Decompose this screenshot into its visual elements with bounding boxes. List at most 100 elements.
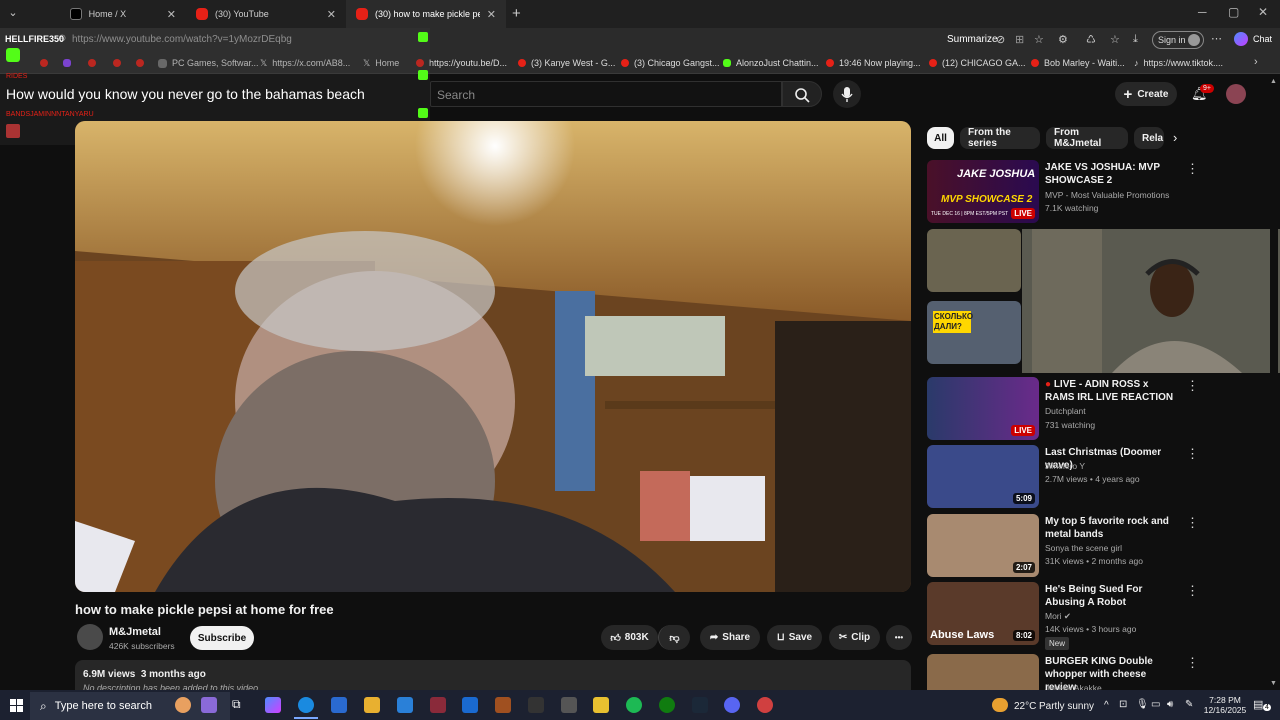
volume-icon[interactable]: 🔊︎ [1167,699,1173,710]
microphone-icon[interactable]: 🎙︎ [1136,699,1149,710]
search-button[interactable] [782,81,822,107]
rec-title-5[interactable]: He's Being Sued For Abusing A Robot [1045,583,1180,609]
split-screen-icon[interactable]: ⊞ [1015,33,1024,46]
bookmark-bob-marley[interactable]: Bob Marley - Waiti... [1031,52,1125,74]
chat-button[interactable]: Chat [1253,34,1272,44]
share-button[interactable]: ➦ Share [700,625,760,650]
edge-browser-icon[interactable] [298,697,314,713]
bookmark-chicago[interactable]: (3) Chicago Gangst... [621,52,720,74]
rec-more-icon[interactable]: ⋮ [1186,378,1199,394]
tray-app-icon[interactable]: ⊡ [1119,699,1127,710]
rec-thumbnail-5[interactable]: Abuse Laws 8:02 [927,582,1039,645]
page-scrollbar[interactable] [1270,74,1278,690]
extensions-icon[interactable]: ⚙ [1058,33,1068,46]
bookmarks-overflow-chevron-icon[interactable]: › [1254,56,1258,68]
app-icon[interactable] [528,697,544,713]
app-icon[interactable] [593,697,609,713]
bookmark-kanye[interactable]: (3) Kanye West - G... [518,52,615,74]
rec-thumbnail-3[interactable]: 5:09 [927,445,1039,508]
rec-more-icon[interactable]: ⋮ [1186,515,1199,531]
create-button[interactable]: + Create [1115,82,1177,106]
pen-icon[interactable]: ✎ [1185,699,1193,710]
bookmark-now-playing[interactable]: 19:46 Now playing... [826,52,921,74]
taskbar-search-box[interactable]: ⌕ Type here to search [30,692,230,720]
rec-title-2[interactable]: ● LIVE - ADIN ROSS x RAMS IRL LIVE REACT… [1045,378,1180,404]
close-window-icon[interactable]: ✕ [1258,5,1268,19]
minimize-icon[interactable]: ─ [1198,5,1207,19]
rec-title-1[interactable]: JAKE VS JOSHUA: MVP SHOWCASE 2 [1045,161,1180,187]
app-icon[interactable] [757,697,773,713]
collections-icon[interactable]: ☆ [1110,33,1120,46]
channel-avatar[interactable] [77,624,103,650]
rec-thumbnail-2[interactable]: LIVE [927,377,1039,440]
copilot-taskbar-icon[interactable] [265,697,281,713]
app-icon[interactable] [430,697,446,713]
tab-active-video[interactable]: (30) how to make pickle pepsi at h ✕ [346,0,506,28]
rec-thumbnail-1[interactable]: JAKE JOSHUA MVP SHOWCASE 2 TUE DEC 16 | … [927,160,1039,223]
copilot-icon[interactable] [1234,32,1248,46]
more-actions-button[interactable]: ••• [886,625,912,650]
bookmark-chicago-ga[interactable]: (12) CHICAGO GA... [929,52,1026,74]
search-input[interactable]: Search [430,81,782,107]
rec-more-icon[interactable]: ⋮ [1186,583,1199,599]
chip-from-series[interactable]: From the series [960,127,1040,149]
weather-text[interactable]: Partly sunny [1039,701,1094,712]
task-view-icon[interactable]: ⧉ [232,697,248,713]
rec-more-icon[interactable]: ⋮ [1186,161,1199,177]
notification-center-icon[interactable]: ▤ [1253,698,1263,711]
spotify-icon[interactable] [626,697,642,713]
bookmark-alonzo[interactable]: AlonzoJust Chattin... [723,52,819,74]
favorites-icon[interactable]: ♺ [1086,33,1096,46]
store-icon[interactable] [331,697,347,713]
chips-next-chevron-icon[interactable]: › [1173,130,1177,145]
rec-thumbnail-6[interactable] [927,654,1039,690]
chip-related[interactable]: Rela [1134,127,1164,149]
rec-more-icon[interactable]: ⋮ [1186,655,1199,671]
subscribe-button[interactable]: Subscribe [190,626,254,650]
short-thumbnail-2[interactable]: СКОЛЬКО ДАЛИ? [927,301,1021,364]
bookmark-tiktok[interactable]: ♪ https://www.tiktok.... [1134,52,1223,74]
video-player[interactable] [75,121,911,592]
chip-from-channel[interactable]: From M&Jmetal [1046,127,1128,149]
weather-temp[interactable]: 22°C [1014,701,1036,712]
favorite-star-icon[interactable]: ☆ [1034,33,1044,46]
rec-title-4[interactable]: My top 5 favorite rock and metal bands [1045,515,1180,541]
sign-in-button[interactable]: Sign in [1152,31,1204,49]
user-avatar[interactable] [1226,84,1246,104]
close-tab-icon[interactable]: ✕ [327,8,336,21]
tray-overflow-chevron-icon[interactable]: ^ [1104,700,1109,711]
close-tab-icon[interactable]: ✕ [167,8,176,21]
chip-all[interactable]: All [927,127,954,149]
summarize-button[interactable]: Summarize [947,34,998,45]
windows-start-button[interactable] [10,699,23,715]
clock[interactable]: 7:28 PM 12/16/2025 [1203,695,1247,715]
rec-more-icon[interactable]: ⋮ [1186,446,1199,462]
app-icon[interactable] [462,697,478,713]
mail-icon[interactable] [397,697,413,713]
voice-search-button[interactable] [833,80,861,108]
file-explorer-icon[interactable] [364,697,380,713]
discord-icon[interactable] [724,697,740,713]
app-icon[interactable] [495,697,511,713]
save-button[interactable]: ⊔ Save [767,625,822,650]
xbox-icon[interactable] [659,697,675,713]
tab-home-x[interactable]: Home / X ✕ [26,0,186,28]
app-icon[interactable] [561,697,577,713]
dislike-button[interactable]: 👎︎ [658,625,690,650]
maximize-icon[interactable]: ▢ [1228,5,1239,19]
channel-name[interactable]: M&Jmetal [109,626,161,638]
downloads-icon[interactable]: ⤓ [1133,33,1138,46]
rec-thumbnail-4[interactable]: 2:07 [927,514,1039,577]
close-tab-icon[interactable]: ✕ [487,8,496,21]
like-button[interactable]: 👍︎ 803K [601,625,658,650]
tab-list-chevron-icon[interactable]: ⌄ [4,6,22,22]
short-thumbnail-1[interactable] [927,229,1021,292]
tab-youtube[interactable]: (30) YouTube ✕ [186,0,346,28]
clip-button[interactable]: ✂ Clip [829,625,880,650]
more-menu-icon[interactable]: ⋯ [1211,32,1222,45]
new-tab-button[interactable]: + [512,5,521,22]
scroll-down-icon[interactable]: ▼ [1270,680,1277,687]
scroll-up-icon[interactable]: ▲ [1270,78,1277,85]
steam-icon[interactable] [692,697,708,713]
network-icon[interactable]: ▭ [1151,699,1160,710]
